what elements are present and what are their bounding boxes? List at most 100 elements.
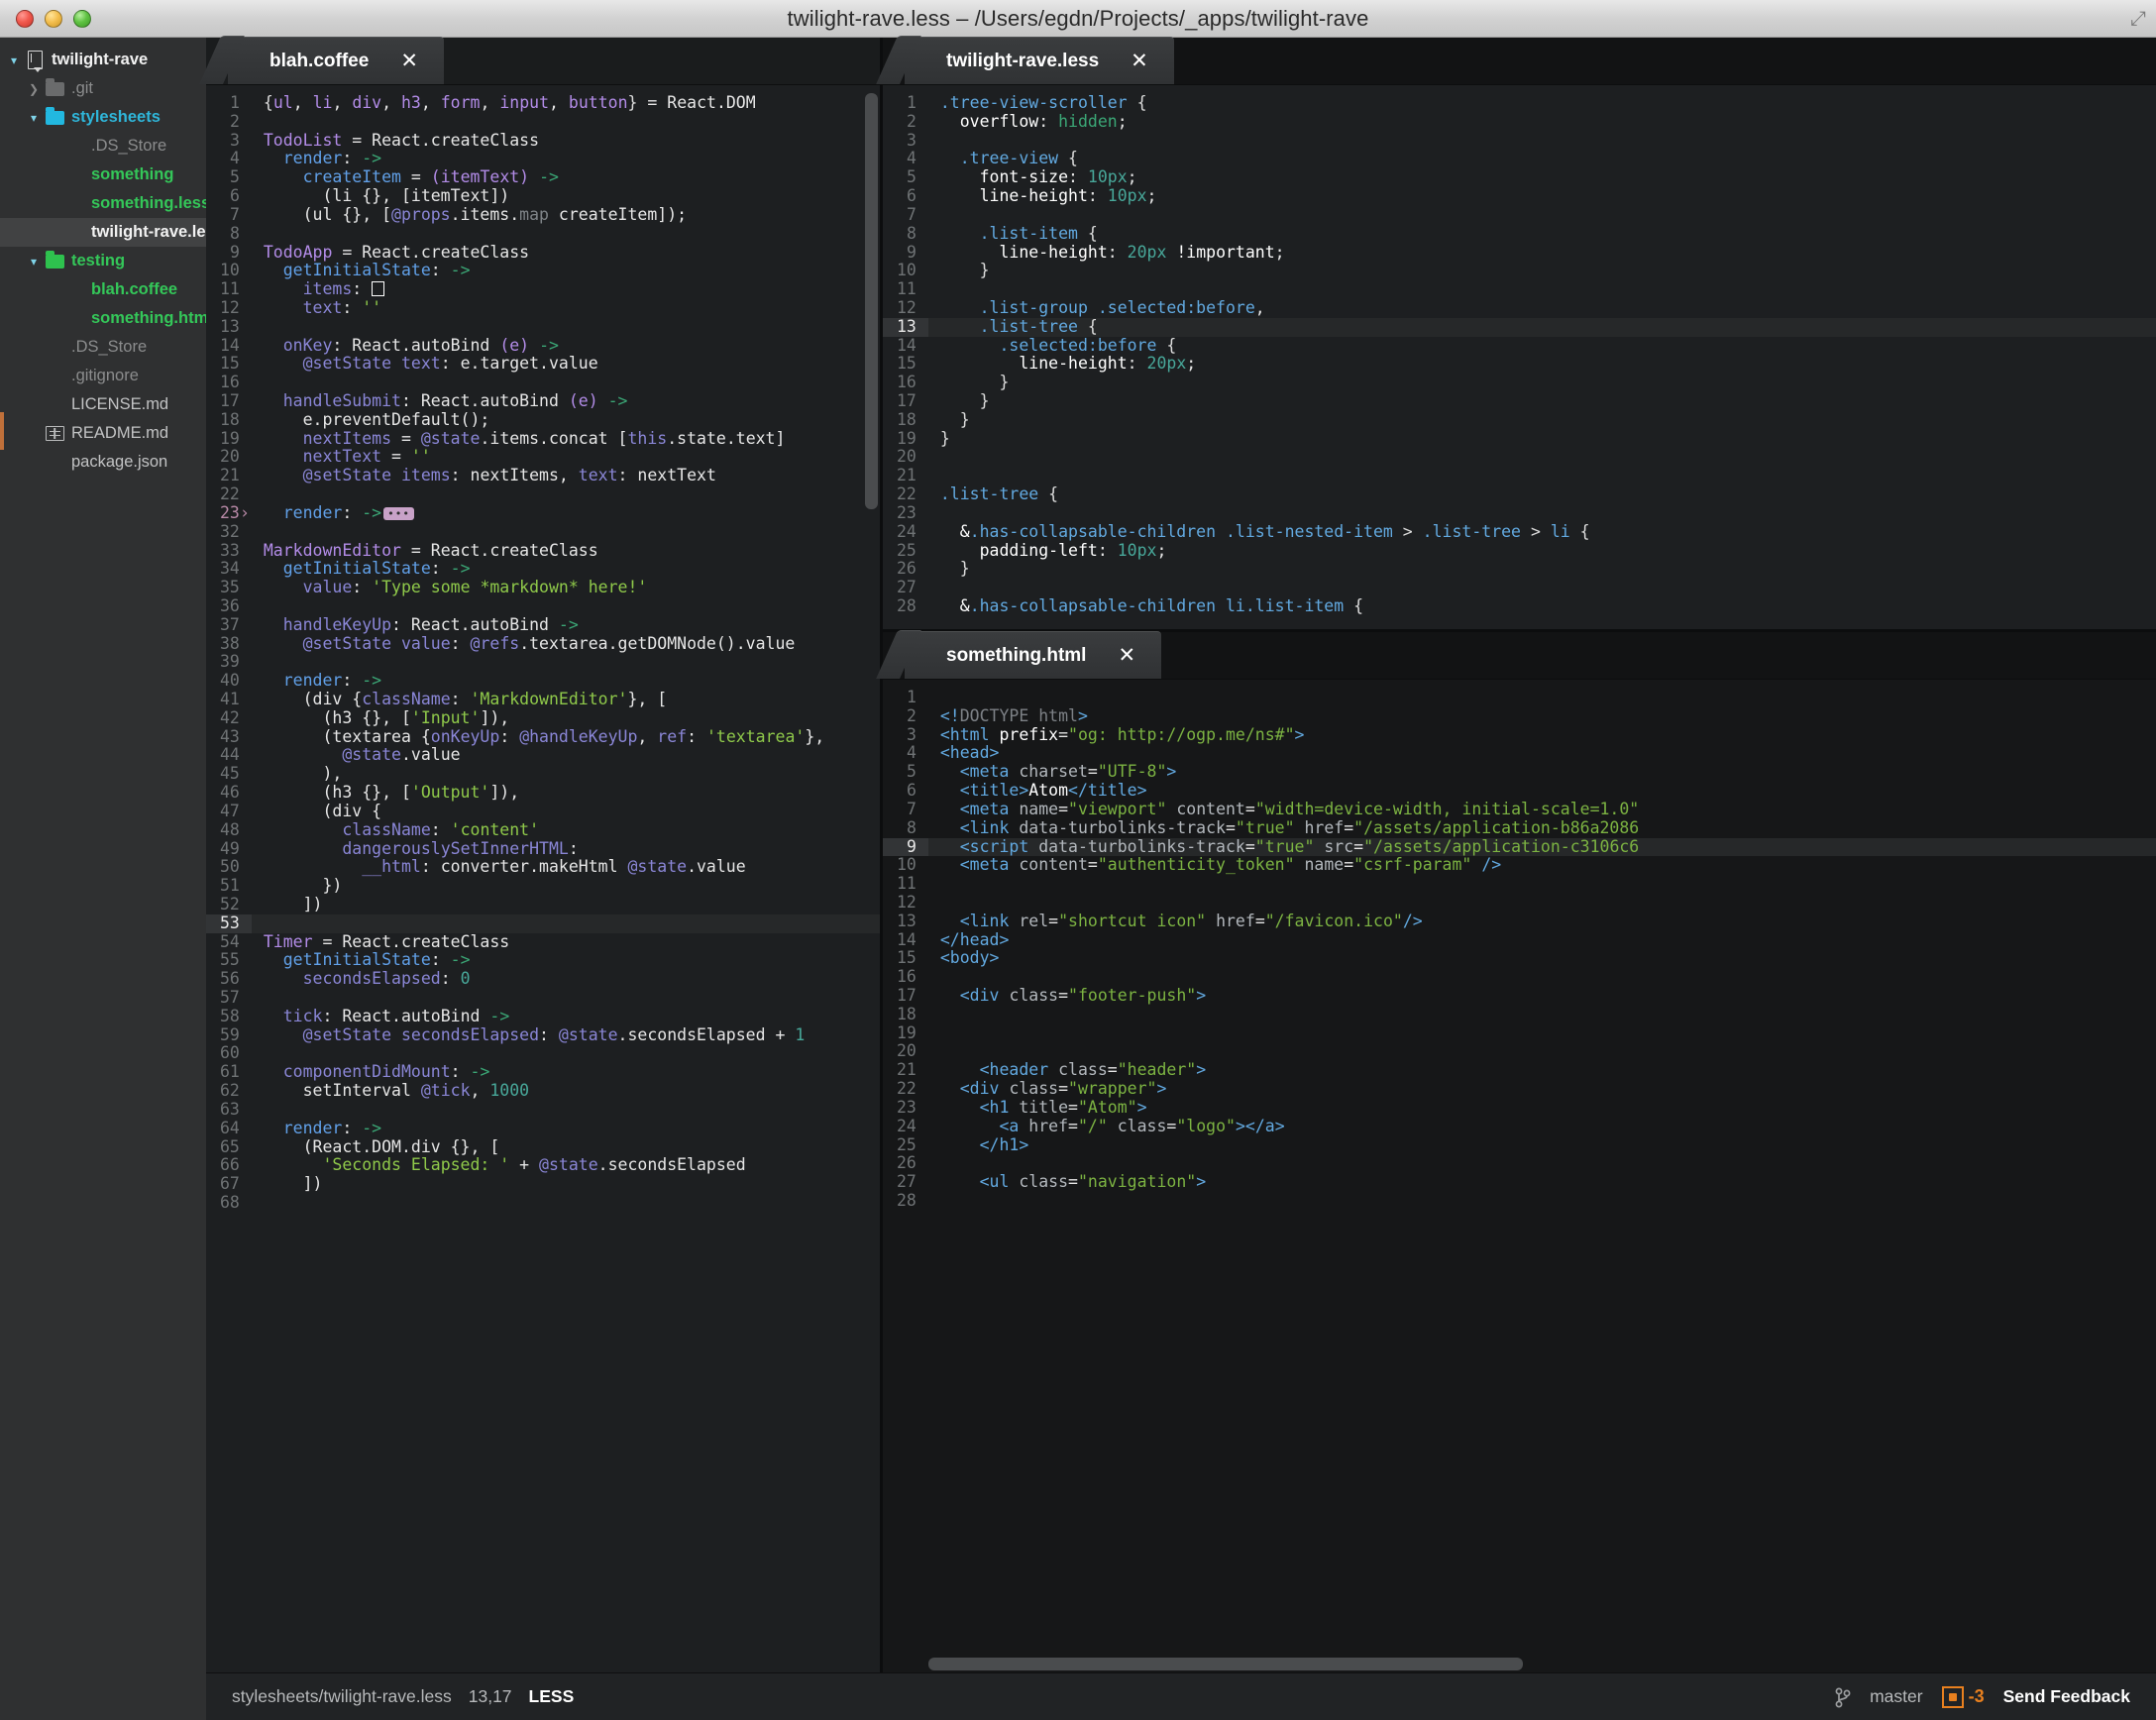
line-number[interactable]: 47 bbox=[206, 802, 252, 821]
code-line[interactable]: <meta name="viewport" content="width=dev… bbox=[928, 800, 2156, 819]
tree-item-blah-coffee[interactable]: blah.coffee bbox=[0, 275, 206, 304]
code-line[interactable]: e.preventDefault(); bbox=[252, 410, 880, 430]
code-line[interactable]: handleSubmit: React.autoBind (e) -> bbox=[252, 391, 880, 411]
code-line[interactable]: <div class="footer-push"> bbox=[928, 986, 2156, 1006]
line-number[interactable]: 63 bbox=[206, 1100, 252, 1120]
editor-something-html[interactable]: 1 2 3 4 5 6 7 8 9 10 11 12 13 14 15 16 17 18 19 20 21 22 23 24 2… bbox=[883, 680, 2156, 1672]
code-line[interactable]: text: '' bbox=[252, 298, 880, 318]
code-line[interactable]: (li {}, [itemText]) bbox=[252, 186, 880, 206]
line-number[interactable]: 43 bbox=[206, 727, 252, 747]
code-line[interactable]: render: -> bbox=[252, 671, 880, 691]
code-line[interactable]: <div class="wrapper"> bbox=[928, 1079, 2156, 1099]
code-line[interactable] bbox=[251, 914, 880, 933]
code-line[interactable] bbox=[252, 653, 880, 672]
line-number[interactable]: 20 bbox=[883, 1042, 928, 1061]
line-number[interactable]: 45 bbox=[206, 764, 252, 784]
code-line[interactable]: (React.DOM.div {}, [ bbox=[252, 1137, 880, 1157]
line-number[interactable]: 6 bbox=[883, 186, 928, 206]
tree-item-twilight-rave-less[interactable]: twilight-rave.less bbox=[0, 218, 206, 247]
line-number[interactable]: 68 bbox=[206, 1193, 252, 1213]
close-icon[interactable]: ✕ bbox=[1131, 51, 1148, 71]
code-line[interactable]: } bbox=[928, 373, 2156, 392]
code-line[interactable] bbox=[928, 894, 2156, 913]
code-content[interactable]: {ul, li, div, h3, form, input, button} =… bbox=[251, 85, 880, 1672]
line-number[interactable]: 25 bbox=[883, 541, 928, 561]
line-number[interactable]: 18 bbox=[883, 410, 928, 430]
line-number[interactable]: 24 bbox=[883, 1117, 928, 1136]
line-number[interactable]: 5 bbox=[883, 762, 928, 782]
line-number[interactable]: 56 bbox=[206, 969, 252, 989]
code-line[interactable]: &.has-collapsable-children li.list-item … bbox=[928, 596, 2156, 616]
code-line[interactable]: overflow: hidden; bbox=[928, 112, 2156, 132]
line-number[interactable]: 51 bbox=[206, 876, 252, 896]
line-number[interactable]: 4 bbox=[883, 150, 928, 168]
line-number[interactable]: 16 bbox=[206, 373, 252, 392]
tree-item-ds-store[interactable]: .DS_Store bbox=[0, 333, 206, 362]
tab-twilight-rave-less[interactable]: twilight-rave.less ✕ bbox=[905, 37, 1174, 84]
code-line[interactable]: </head> bbox=[928, 930, 2156, 950]
line-number[interactable]: 10 bbox=[206, 261, 252, 280]
code-line[interactable]: dangerouslySetInnerHTML: bbox=[252, 839, 880, 859]
code-line[interactable]: <!DOCTYPE html> bbox=[928, 706, 2156, 726]
line-number[interactable]: 4 bbox=[206, 150, 252, 168]
line-number[interactable]: 12 bbox=[883, 893, 928, 913]
tab-blah-coffee[interactable]: blah.coffee ✕ bbox=[228, 37, 444, 84]
code-line[interactable]: render: -> bbox=[252, 1119, 880, 1138]
horizontal-scrollbar[interactable] bbox=[883, 1658, 2156, 1670]
code-line[interactable]: }) bbox=[252, 876, 880, 896]
line-number[interactable]: 8 bbox=[206, 224, 252, 244]
line-number[interactable]: 4 bbox=[883, 744, 928, 763]
code-line[interactable]: nextItems = @state.items.concat [this.st… bbox=[252, 429, 880, 449]
code-line[interactable]: @setState value: @refs.textarea.getDOMNo… bbox=[252, 634, 880, 654]
code-line[interactable]: @state.value bbox=[252, 746, 880, 765]
tree-item-readme-md[interactable]: README.md bbox=[0, 419, 206, 448]
code-line[interactable]: .list-tree { bbox=[928, 484, 2156, 504]
code-line[interactable]: value: 'Type some *markdown* here!' bbox=[252, 578, 880, 597]
code-line[interactable] bbox=[928, 968, 2156, 987]
close-icon[interactable]: ✕ bbox=[400, 51, 418, 71]
tab-something-html[interactable]: something.html ✕ bbox=[905, 631, 1162, 679]
scrollbar-thumb[interactable] bbox=[928, 1658, 1523, 1670]
line-number[interactable]: 17 bbox=[883, 986, 928, 1006]
line-number[interactable]: 18 bbox=[883, 1005, 928, 1024]
code-line[interactable]: <link rel="shortcut icon" href="/favicon… bbox=[928, 912, 2156, 931]
line-number[interactable]: 12 bbox=[883, 298, 928, 318]
line-number[interactable]: 34 bbox=[206, 559, 252, 579]
code-line[interactable]: {ul, li, div, h3, form, input, button} =… bbox=[252, 93, 880, 113]
line-number[interactable]: 20 bbox=[206, 448, 252, 467]
code-line[interactable]: getInitialState: -> bbox=[252, 950, 880, 970]
code-line[interactable]: .selected:before { bbox=[928, 336, 2156, 356]
tree-item-something[interactable]: something bbox=[0, 161, 206, 189]
line-number[interactable]: 5 bbox=[883, 167, 928, 187]
code-line[interactable]: <body> bbox=[928, 948, 2156, 968]
code-line[interactable]: .tree-view { bbox=[928, 150, 2156, 168]
line-number[interactable]: 39 bbox=[206, 653, 252, 672]
code-line[interactable]: <script data-turbolinks-track="true" src… bbox=[927, 837, 2156, 857]
line-number[interactable]: 44 bbox=[206, 746, 252, 765]
minimize-button[interactable] bbox=[45, 10, 62, 28]
line-number[interactable]: 41 bbox=[206, 690, 252, 709]
code-line[interactable] bbox=[928, 689, 2156, 707]
line-number[interactable]: 10 bbox=[883, 855, 928, 875]
status-git-branch[interactable]: master bbox=[1870, 1686, 1922, 1707]
code-line[interactable] bbox=[252, 374, 880, 392]
code-line[interactable]: <ul class="navigation"> bbox=[928, 1172, 2156, 1192]
code-line[interactable]: .list-group .selected:before, bbox=[928, 298, 2156, 318]
code-line[interactable]: TodoList = React.createClass bbox=[252, 131, 880, 151]
code-line[interactable]: line-height: 20px; bbox=[928, 354, 2156, 374]
code-line[interactable]: <head> bbox=[928, 744, 2156, 763]
line-number[interactable]: 3 bbox=[206, 131, 252, 151]
line-number[interactable]: 2 bbox=[883, 112, 928, 132]
code-line[interactable]: </h1> bbox=[928, 1135, 2156, 1155]
code-line[interactable]: className: 'content' bbox=[252, 820, 880, 840]
code-line[interactable]: nextText = '' bbox=[252, 448, 880, 467]
line-number[interactable]: 13 bbox=[883, 912, 928, 931]
line-number[interactable]: 65 bbox=[206, 1137, 252, 1157]
editor-twilight-rave-less[interactable]: 1 2 3 4 5 6 7 8 9 10 11 12 13 14 15 16 17 18 19 20 21 22 23 24 2… bbox=[883, 85, 2156, 629]
chevron-down-icon[interactable]: ▾ bbox=[6, 54, 22, 66]
status-file-path[interactable]: stylesheets/twilight-rave.less bbox=[232, 1686, 452, 1707]
line-number[interactable]: 40 bbox=[206, 671, 252, 691]
chevron-right-icon[interactable]: ❯ bbox=[26, 83, 42, 95]
line-number[interactable]: 38 bbox=[206, 634, 252, 654]
code-line[interactable]: font-size: 10px; bbox=[928, 167, 2156, 187]
